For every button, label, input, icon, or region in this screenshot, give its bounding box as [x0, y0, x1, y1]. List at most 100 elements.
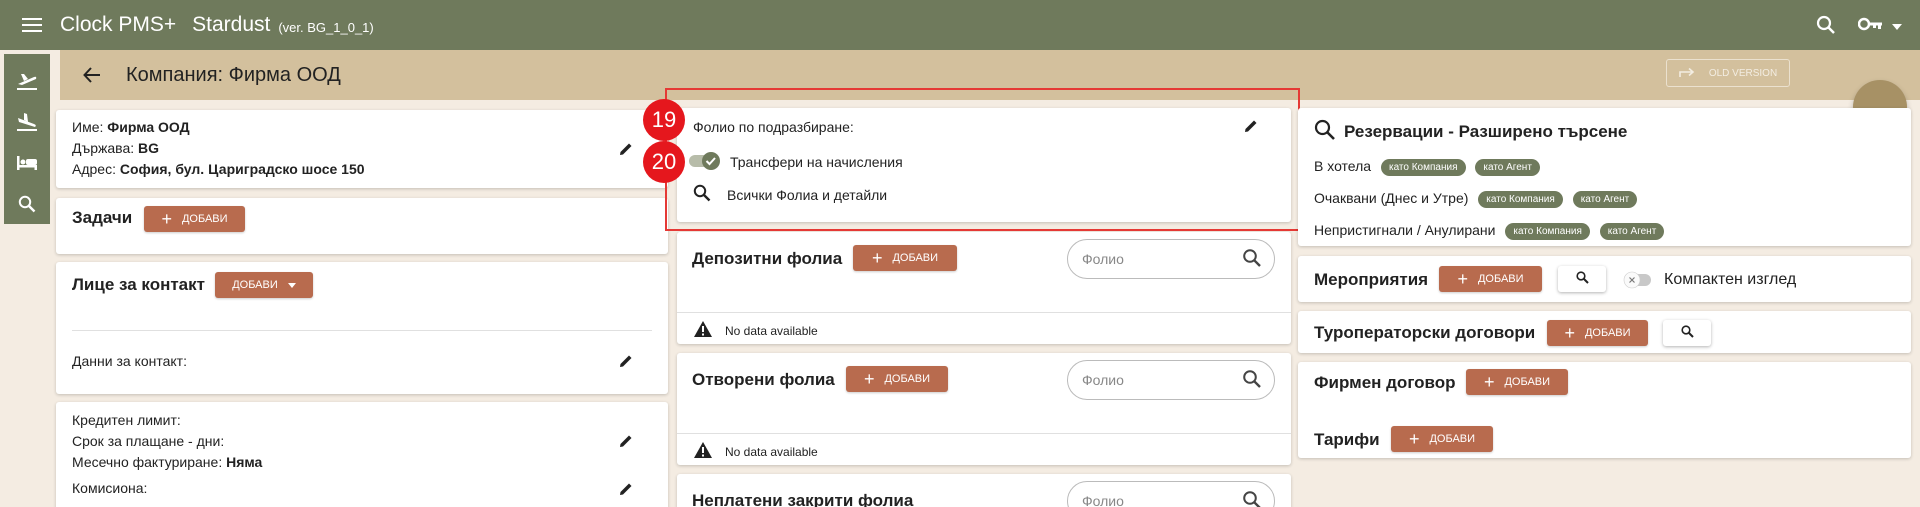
tour-contracts-title: Туроператорски договори	[1314, 323, 1536, 342]
add-tariff-button[interactable]: + ДОБАВИ	[1391, 426, 1493, 452]
plus-icon: +	[1564, 323, 1575, 343]
deposit-no-data-text: No data available	[725, 323, 818, 338]
noshow-as-company-chip[interactable]: като Компания	[1505, 222, 1590, 240]
flight-land-icon[interactable]	[4, 101, 50, 142]
country-value: BG	[138, 140, 160, 156]
plus-icon: +	[1483, 372, 1495, 392]
add-event-button[interactable]: + ДОБАВИ	[1439, 266, 1542, 292]
edit-company-button[interactable]	[614, 138, 638, 162]
reservations-title-row: Резервации - Разширено търсене	[1314, 119, 1627, 144]
add-tariff-label: ДОБАВИ	[1429, 433, 1476, 445]
tour-contracts-card: Туроператорски договори + ДОБАВИ	[1298, 311, 1911, 353]
add-tour-contract-label: ДОБАВИ	[1584, 327, 1631, 339]
menu-icon[interactable]	[18, 11, 46, 39]
noshow-as-agent-chip[interactable]: като Агент	[1599, 222, 1665, 240]
arrow-back-icon[interactable]	[78, 61, 106, 89]
add-company-contract-button[interactable]: + ДОБАВИ	[1466, 369, 1568, 395]
unpaid-folio-search-field[interactable]	[1067, 481, 1275, 507]
old-version-label: OLD VERSION	[1708, 67, 1778, 79]
search-tour-contracts-button[interactable]	[1663, 320, 1711, 346]
open-folio-search-field[interactable]	[1067, 360, 1275, 400]
edit-commission-button[interactable]	[614, 478, 638, 502]
noshow-label: Непристигнали / Анулирани	[1314, 222, 1496, 238]
add-deposit-folio-button[interactable]: + ДОБАВИ	[853, 245, 957, 271]
monthly-invoice-row: Месечно фактуриране: Няма	[72, 454, 262, 470]
deposit-folio-search-field[interactable]	[1067, 239, 1275, 279]
deposit-no-data-row: No data available	[693, 320, 818, 341]
search-icon[interactable]	[4, 183, 50, 224]
top-app-bar: Clock PMS+ Stardust (ver. BG_1_0_1)	[0, 0, 1920, 50]
edit-contact-button[interactable]	[614, 350, 638, 374]
deposit-folios-card: Депозитни фолиа + ДОБАВИ No data availab…	[677, 232, 1291, 344]
expected-as-agent-chip[interactable]: като Агент	[1572, 190, 1638, 208]
search-icon	[1314, 119, 1336, 144]
name-value: Фирма ООД	[107, 119, 190, 135]
company-contract-card: Фирмен договор + ДОБАВИ Тарифи + ДОБАВИ	[1298, 362, 1911, 458]
search-icon	[1680, 325, 1694, 341]
in-hotel-as-agent-chip[interactable]: като Агент	[1475, 158, 1540, 176]
search-events-button[interactable]	[1558, 266, 1606, 292]
contacts-card: Лице за контакт ДОБАВИ Данни за контакт:	[56, 262, 668, 394]
tasks-card: Задачи + ДОБАВИ	[56, 198, 668, 254]
page-title: Компания: Фирма ООД	[126, 63, 341, 86]
compact-view-toggle[interactable]	[1623, 270, 1653, 293]
expected-row: Очаквани (Днес и Утре) като Компания кат…	[1314, 190, 1638, 208]
open-folio-search-input[interactable]	[1082, 370, 1202, 390]
address-label: Адрес:	[72, 161, 116, 177]
key-menu-button[interactable]	[1857, 17, 1902, 34]
unpaid-folio-search-input[interactable]	[1082, 491, 1202, 507]
add-task-label: ДОБАВИ	[181, 213, 228, 225]
noshow-row: Непристигнали / Анулирани като Компания …	[1314, 222, 1665, 240]
app-title[interactable]: Clock PMS+	[60, 13, 176, 37]
redo-arrow-icon	[1679, 66, 1695, 81]
chevron-down-icon	[1892, 17, 1902, 33]
financial-card: Кредитен лимит: Срок за плащане - дни: М…	[56, 402, 668, 507]
plus-icon: +	[863, 369, 875, 389]
bed-icon[interactable]	[4, 142, 50, 183]
warning-icon	[693, 441, 713, 462]
app-version: (ver. BG_1_0_1)	[278, 19, 374, 35]
expected-label: Очаквани (Днес и Утре)	[1314, 190, 1469, 206]
add-company-contract-label: ДОБАВИ	[1504, 376, 1551, 388]
left-navigation	[4, 54, 50, 224]
add-deposit-folio-label: ДОБАВИ	[892, 252, 939, 264]
old-version-button[interactable]: OLD VERSION	[1666, 59, 1790, 87]
tasks-title: Задачи	[72, 208, 133, 227]
payment-term-label: Срок за плащане - дни:	[72, 433, 225, 449]
expected-as-company-chip[interactable]: като Компания	[1478, 190, 1563, 208]
company-contract-title: Фирмен договор	[1314, 373, 1456, 392]
step-badge-20: 20	[643, 141, 685, 183]
highlight-box	[665, 88, 1300, 231]
flight-takeoff-icon[interactable]	[4, 60, 50, 101]
contact-data-label: Данни за контакт:	[72, 353, 187, 369]
commission-label: Комисиона:	[72, 480, 148, 496]
reservations-search-card: Резервации - Разширено търсене В хотела …	[1298, 108, 1911, 246]
monthly-invoice-label: Месечно фактуриране:	[72, 454, 223, 470]
in-hotel-row: В хотела като Компания като Агент	[1314, 158, 1540, 176]
edit-financial-button[interactable]	[614, 430, 638, 454]
plus-icon: +	[161, 209, 172, 229]
chevron-down-icon	[287, 279, 296, 291]
pencil-icon	[618, 353, 634, 372]
search-icon[interactable]	[1242, 490, 1262, 507]
contacts-title: Лице за контакт	[72, 275, 205, 294]
divider	[677, 433, 1291, 434]
search-icon[interactable]	[1242, 248, 1262, 271]
open-no-data-text: No data available	[725, 444, 818, 459]
add-task-button[interactable]: + ДОБАВИ	[144, 206, 245, 232]
warning-icon	[693, 320, 713, 341]
search-icon[interactable]	[1816, 15, 1836, 35]
add-open-folio-button[interactable]: + ДОБАВИ	[846, 366, 948, 392]
deposit-folio-search-input[interactable]	[1082, 249, 1202, 269]
property-name: Stardust	[192, 13, 271, 36]
plus-icon: +	[1408, 429, 1420, 449]
in-hotel-as-company-chip[interactable]: като Компания	[1380, 158, 1466, 176]
add-contact-dropdown-button[interactable]: ДОБАВИ	[215, 272, 313, 298]
plus-icon: +	[871, 248, 883, 268]
unpaid-folios-card: Неплатени закрити фолиа	[677, 474, 1291, 507]
pencil-icon	[618, 433, 634, 452]
step-badge-19: 19	[643, 99, 685, 141]
search-icon[interactable]	[1242, 369, 1262, 392]
add-tour-contract-button[interactable]: + ДОБАВИ	[1547, 320, 1648, 346]
pencil-icon	[618, 481, 634, 500]
